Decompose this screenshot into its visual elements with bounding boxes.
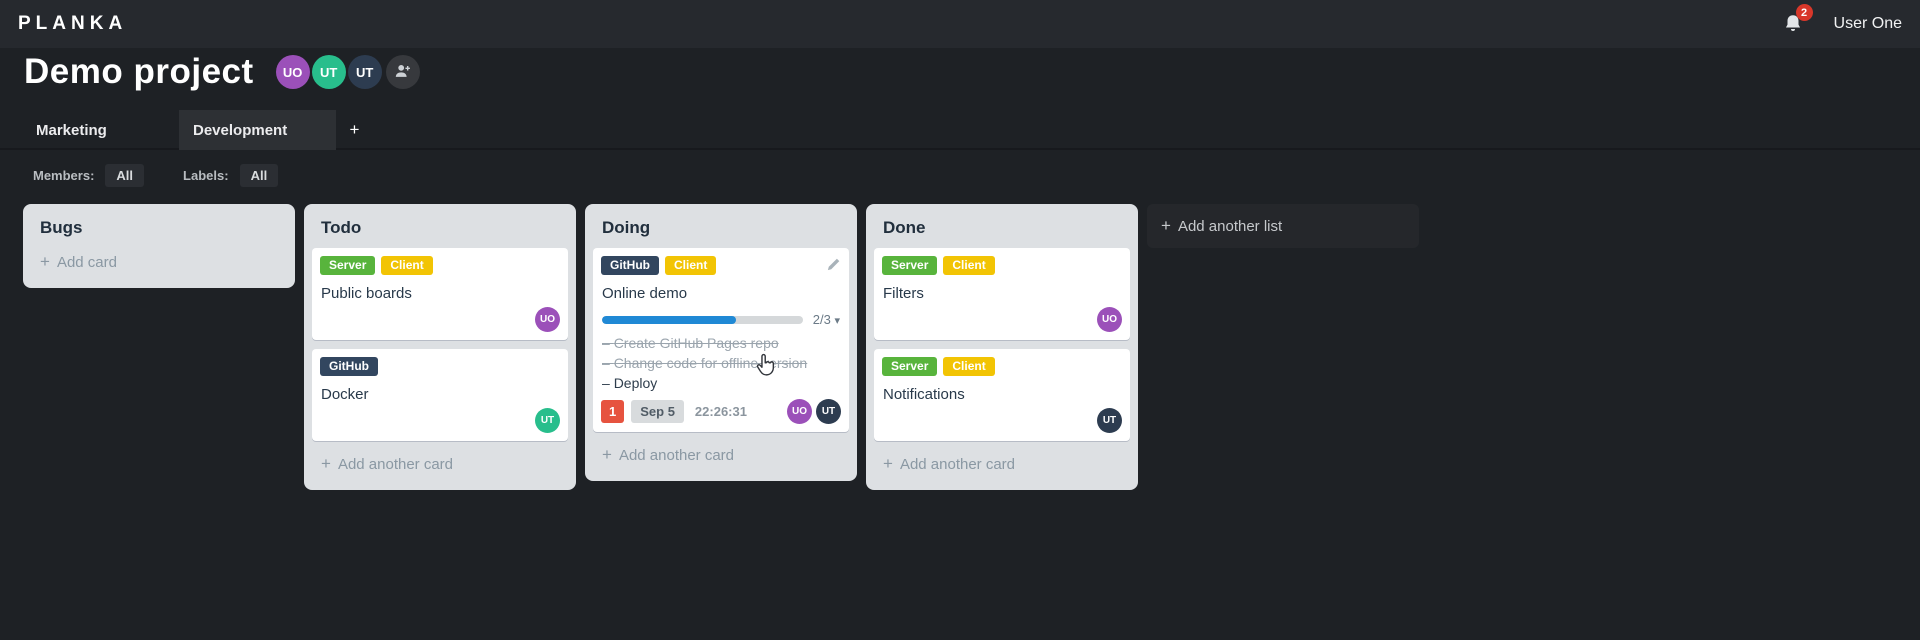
- list-title[interactable]: Done: [874, 209, 1130, 248]
- label-chip[interactable]: Client: [381, 256, 433, 275]
- label-row: Server Client: [320, 256, 560, 277]
- avatar[interactable]: UO: [275, 55, 310, 89]
- card-members: UT: [320, 408, 560, 433]
- add-another-card-button[interactable]: + Add another card: [593, 441, 849, 473]
- add-card-label: Add another card: [337, 455, 454, 473]
- add-member-button[interactable]: [385, 55, 420, 89]
- notification-count-badge: 2: [1795, 4, 1813, 21]
- label-chip[interactable]: Client: [943, 357, 995, 376]
- avatar[interactable]: UT: [535, 408, 560, 433]
- plus-icon: +: [1161, 216, 1171, 235]
- list-title[interactable]: Todo: [312, 209, 568, 248]
- avatar[interactable]: UT: [347, 55, 382, 89]
- avatar[interactable]: UT: [311, 55, 346, 89]
- progress-track: [602, 315, 803, 324]
- avatar[interactable]: UO: [787, 399, 812, 424]
- labels-filter-label: Labels:: [183, 167, 229, 183]
- label-row: GitHub Client: [601, 256, 841, 277]
- card-title: Docker: [321, 386, 369, 403]
- top-bar: PLANKA 2 User One: [0, 0, 1920, 48]
- tab-development[interactable]: Development: [179, 110, 336, 150]
- list-title[interactable]: Doing: [593, 209, 849, 248]
- avatar[interactable]: UT: [816, 399, 841, 424]
- add-board-button[interactable]: +: [336, 110, 380, 150]
- add-card-label: Add another card: [618, 446, 735, 464]
- filter-bar: Members: All Labels: All: [33, 162, 279, 188]
- avatar[interactable]: UO: [535, 307, 560, 332]
- card-notification-badge: 1: [601, 400, 625, 423]
- card-members: UO: [320, 307, 560, 332]
- list-doing: Doing GitHub Client Online demo 2/3 ▾ – …: [585, 204, 857, 481]
- add-card-label: Add another card: [899, 455, 1016, 473]
- label-chip[interactable]: Server: [882, 256, 938, 275]
- label-row: GitHub: [320, 357, 560, 378]
- board-tabs: Marketing Development +: [22, 110, 380, 150]
- planka-logo: PLANKA: [18, 13, 128, 34]
- card-public-boards[interactable]: Server Client Public boards UO: [312, 248, 568, 340]
- add-list-label: Add another list: [1177, 217, 1283, 235]
- card-title: Filters: [883, 285, 924, 302]
- card-title: Notifications: [883, 386, 965, 403]
- chevron-down-icon: ▾: [834, 315, 840, 327]
- add-card-button[interactable]: + Add card: [31, 248, 287, 280]
- list-todo: Todo Server Client Public boards UO GitH…: [304, 204, 576, 490]
- plus-icon: +: [349, 120, 360, 139]
- progress-fill: [602, 315, 736, 324]
- plus-icon: +: [602, 445, 612, 464]
- checklist-progress: 2/3 ▾: [602, 312, 840, 327]
- due-date-badge[interactable]: Sep 5: [631, 400, 684, 423]
- pencil-icon: [826, 258, 841, 275]
- task-item[interactable]: Change code for offline version: [602, 354, 840, 373]
- card-online-demo[interactable]: GitHub Client Online demo 2/3 ▾ Create G…: [593, 248, 849, 432]
- checklist-count: 2/3: [812, 312, 831, 327]
- task-item[interactable]: Deploy: [602, 374, 840, 393]
- card-filters[interactable]: Server Client Filters UO: [874, 248, 1130, 340]
- label-chip[interactable]: Server: [320, 256, 376, 275]
- card-members: UO: [882, 307, 1122, 332]
- user-menu[interactable]: User One: [1834, 15, 1902, 33]
- card-notifications[interactable]: Server Client Notifications UT: [874, 349, 1130, 441]
- card-title: Online demo: [602, 285, 688, 302]
- add-another-card-button[interactable]: + Add another card: [874, 450, 1130, 482]
- plus-icon: +: [883, 454, 893, 473]
- labels-filter-value[interactable]: All: [239, 163, 279, 187]
- label-chip[interactable]: Server: [882, 357, 938, 376]
- project-title[interactable]: Demo project: [24, 50, 254, 94]
- list-done: Done Server Client Filters UO Server Cli…: [866, 204, 1138, 490]
- task-item[interactable]: Create GitHub Pages repo: [602, 334, 840, 353]
- list-bugs: Bugs + Add card: [23, 204, 295, 288]
- card-members: UT: [882, 408, 1122, 433]
- timer-badge[interactable]: 22:26:31: [695, 404, 747, 419]
- label-chip[interactable]: Client: [943, 256, 995, 275]
- project-members: UO UT UT: [274, 55, 420, 89]
- label-chip[interactable]: GitHub: [320, 357, 378, 376]
- label-row: Server Client: [882, 357, 1122, 378]
- plus-icon: +: [40, 252, 50, 271]
- add-card-label: Add card: [56, 253, 117, 271]
- checklist-summary[interactable]: 2/3 ▾: [813, 312, 840, 327]
- card-members: UO UT: [783, 399, 841, 424]
- notifications-button[interactable]: 2: [1780, 4, 1813, 37]
- planka-app: PLANKA 2 User One Demo project UO UT UT …: [0, 0, 1920, 640]
- members-filter-label: Members:: [33, 167, 95, 183]
- board: Bugs + Add card Todo Server Client Publi…: [23, 204, 1419, 490]
- tab-marketing[interactable]: Marketing: [22, 110, 179, 150]
- label-row: Server Client: [882, 256, 1122, 277]
- person-plus-icon: [394, 62, 412, 83]
- label-chip[interactable]: Client: [665, 256, 717, 275]
- label-chip[interactable]: GitHub: [601, 256, 659, 275]
- avatar[interactable]: UO: [1097, 307, 1122, 332]
- card-docker[interactable]: GitHub Docker UT: [312, 349, 568, 441]
- add-another-card-button[interactable]: + Add another card: [312, 450, 568, 482]
- card-title: Public boards: [321, 285, 412, 302]
- add-list-button[interactable]: + Add another list: [1147, 204, 1419, 248]
- members-filter-value[interactable]: All: [105, 163, 145, 187]
- project-header: Demo project UO UT UT: [24, 50, 420, 94]
- edit-card-button[interactable]: [826, 257, 841, 275]
- avatar[interactable]: UT: [1097, 408, 1122, 433]
- plus-icon: +: [321, 454, 331, 473]
- card-badges: 1 Sep 5 22:26:31 UO UT: [601, 399, 841, 424]
- list-title[interactable]: Bugs: [31, 209, 287, 248]
